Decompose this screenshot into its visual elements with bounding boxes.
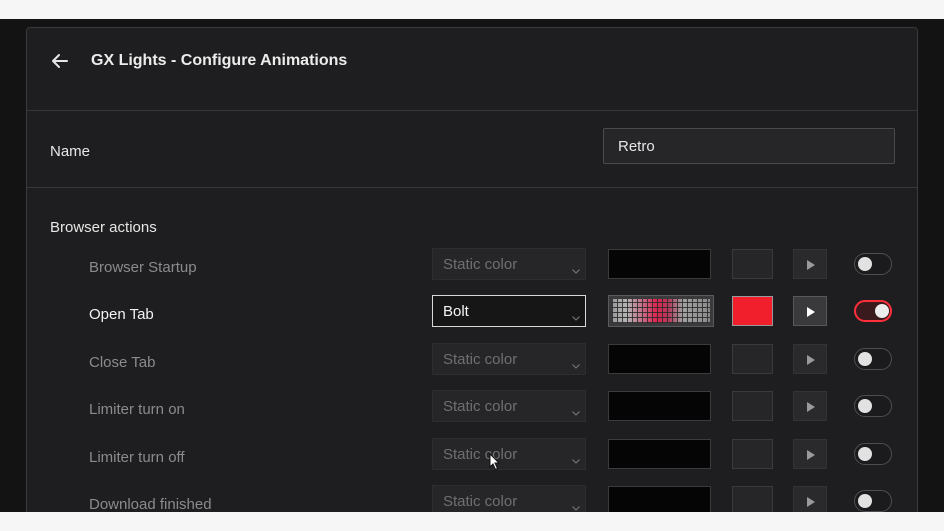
play-button[interactable] — [793, 391, 827, 421]
name-input[interactable] — [603, 128, 895, 164]
action-label: Limiter turn on — [89, 401, 185, 418]
enable-toggle[interactable] — [854, 348, 892, 370]
action-label: Close Tab — [89, 354, 156, 371]
mouse-cursor-icon — [489, 452, 501, 476]
toggle-knob — [858, 399, 872, 413]
play-icon — [807, 307, 815, 317]
action-row: Download finished Static color — [27, 485, 917, 512]
name-row: Name — [27, 111, 917, 188]
chevron-down-icon — [572, 261, 580, 274]
animation-preview[interactable] — [608, 391, 711, 421]
animation-preview[interactable] — [608, 486, 711, 512]
action-label: Browser Startup — [89, 259, 197, 276]
play-icon — [807, 355, 815, 365]
toggle-knob — [858, 352, 872, 366]
animation-select[interactable]: Static color — [432, 343, 586, 375]
toggle-knob — [858, 494, 872, 508]
enable-toggle[interactable] — [854, 253, 892, 275]
color-picker[interactable] — [732, 439, 773, 469]
animation-select-value: Bolt — [443, 303, 469, 320]
toggle-knob — [858, 447, 872, 461]
play-button[interactable] — [793, 486, 827, 512]
color-picker[interactable] — [732, 344, 773, 374]
keyboard-preview[interactable] — [608, 295, 714, 327]
action-label: Limiter turn off — [89, 449, 185, 466]
action-row: Close Tab Static color — [27, 343, 917, 383]
animation-preview[interactable] — [608, 439, 711, 469]
color-picker[interactable] — [732, 249, 773, 279]
animation-select-value: Static color — [443, 351, 518, 368]
animation-select-value: Static color — [443, 398, 518, 415]
configure-animations-panel: GX Lights - Configure Animations Name Br… — [26, 27, 918, 512]
chevron-down-icon — [572, 356, 580, 369]
play-icon — [807, 260, 815, 270]
action-row: Open Tab Bolt — [27, 295, 917, 335]
action-row: Limiter turn on Static color — [27, 390, 917, 430]
animation-select-value: Static color — [443, 446, 518, 463]
back-arrow-icon[interactable] — [49, 50, 71, 72]
panel-header: GX Lights - Configure Animations — [27, 28, 917, 111]
play-icon — [807, 402, 815, 412]
app-frame: GX Lights - Configure Animations Name Br… — [0, 19, 944, 512]
action-label: Download finished — [89, 496, 212, 512]
enable-toggle[interactable] — [854, 490, 892, 512]
animation-select[interactable]: Static color — [432, 485, 586, 512]
play-icon — [807, 450, 815, 460]
play-button[interactable] — [793, 439, 827, 469]
play-icon — [807, 497, 815, 507]
animation-select[interactable]: Static color — [432, 248, 586, 280]
animation-select-value: Static color — [443, 493, 518, 510]
enable-toggle[interactable] — [854, 300, 892, 322]
animation-select[interactable]: Static color — [432, 390, 586, 422]
color-picker[interactable] — [732, 296, 773, 326]
page-title: GX Lights - Configure Animations — [91, 52, 348, 69]
play-button[interactable] — [793, 344, 827, 374]
name-label: Name — [50, 143, 91, 160]
animation-select[interactable]: Bolt — [432, 295, 586, 327]
enable-toggle[interactable] — [854, 395, 892, 417]
toggle-knob — [875, 304, 889, 318]
chevron-down-icon — [572, 498, 580, 511]
action-row: Limiter turn off Static color — [27, 438, 917, 478]
animation-select-value: Static color — [443, 256, 518, 273]
action-row: Browser Startup Static color — [27, 248, 917, 288]
animation-preview[interactable] — [608, 344, 711, 374]
color-picker[interactable] — [732, 486, 773, 512]
play-button[interactable] — [793, 249, 827, 279]
chevron-down-icon — [572, 403, 580, 416]
section-title: Browser actions — [50, 219, 157, 236]
chevron-down-icon — [572, 308, 580, 321]
color-picker[interactable] — [732, 391, 773, 421]
chevron-down-icon — [572, 451, 580, 464]
toggle-knob — [858, 257, 872, 271]
play-button[interactable] — [793, 296, 827, 326]
enable-toggle[interactable] — [854, 443, 892, 465]
action-label: Open Tab — [89, 306, 154, 323]
animation-preview[interactable] — [608, 249, 711, 279]
animation-select[interactable]: Static color — [432, 438, 586, 470]
